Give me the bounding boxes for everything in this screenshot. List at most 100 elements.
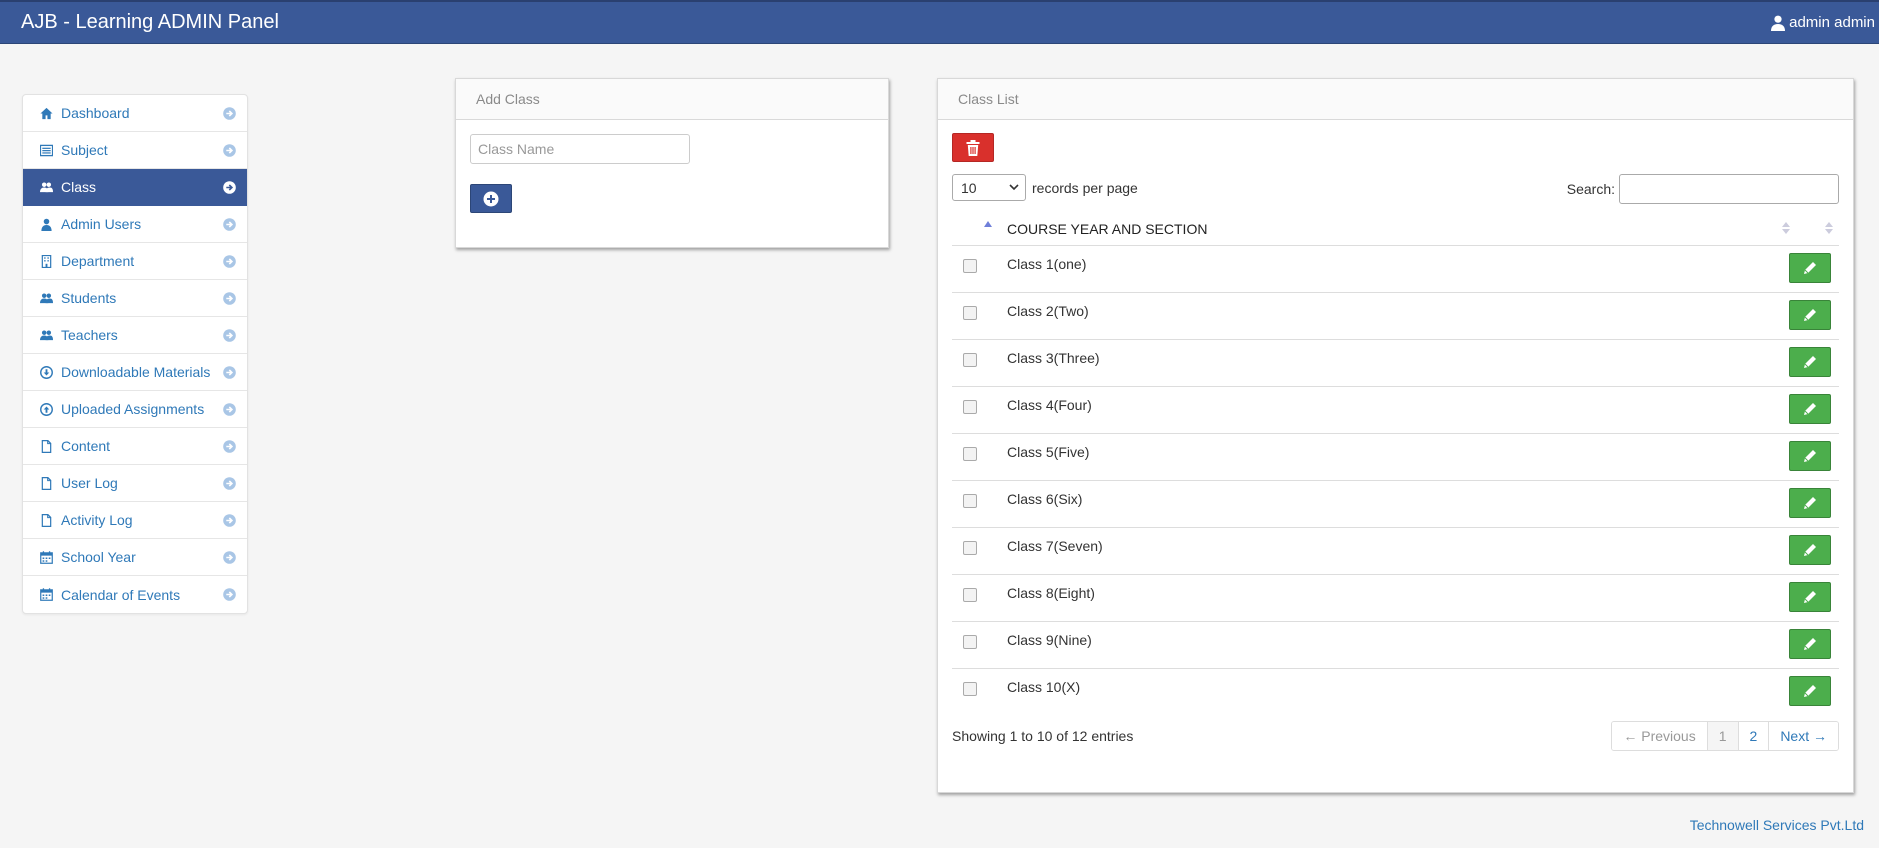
row-checkbox[interactable] — [963, 682, 977, 696]
chevron-right-circle-icon — [223, 366, 236, 379]
row-checkbox[interactable] — [963, 541, 977, 555]
edit-class-button[interactable] — [1789, 347, 1831, 377]
sidebar-item-user-log[interactable]: User Log — [23, 465, 247, 502]
edit-class-button[interactable] — [1789, 488, 1831, 518]
table-row: Class 4(Four) — [952, 387, 1839, 434]
sort-icon[interactable] — [1782, 221, 1790, 235]
chevron-right-circle-icon — [223, 218, 236, 231]
row-checkbox[interactable] — [963, 353, 977, 367]
previous-page-button[interactable]: ← Previous — [1612, 722, 1708, 750]
sidebar-item-activity-log[interactable]: Activity Log — [23, 502, 247, 539]
sort-icon[interactable] — [1825, 221, 1833, 235]
page-2-button[interactable]: 2 — [1738, 722, 1770, 750]
pencil-icon — [1804, 262, 1816, 274]
download-icon — [39, 365, 53, 379]
table-row: Class 7(Seven) — [952, 528, 1839, 575]
class-name-cell: Class 7(Seven) — [1007, 538, 1103, 554]
app-title[interactable]: AJB - Learning ADMIN Panel — [21, 11, 279, 34]
chevron-right-circle-icon — [223, 440, 236, 453]
edit-class-button[interactable] — [1789, 582, 1831, 612]
row-checkbox[interactable] — [963, 306, 977, 320]
search-input[interactable] — [1619, 174, 1839, 204]
sidebar-item-department[interactable]: Department — [23, 243, 247, 280]
sidebar-item-content[interactable]: Content — [23, 428, 247, 465]
sidebar-item-school-year[interactable]: School Year — [23, 539, 247, 576]
plus-circle-icon — [483, 191, 499, 206]
sidebar-nav: Dashboard Subject Class Admin Users Departme… — [22, 94, 248, 614]
edit-class-button[interactable] — [1789, 629, 1831, 659]
next-page-button[interactable]: Next → — [1769, 722, 1838, 750]
class-name-input[interactable] — [470, 134, 690, 164]
sidebar-item-subject[interactable]: Subject — [23, 132, 247, 169]
users-icon — [39, 328, 53, 342]
table-header: COURSE YEAR AND SECTION — [952, 211, 1839, 246]
pencil-icon — [1804, 403, 1816, 415]
pencil-icon — [1804, 497, 1816, 509]
class-name-cell: Class 4(Four) — [1007, 397, 1092, 413]
file-icon — [39, 513, 53, 527]
chevron-right-circle-icon — [223, 477, 236, 490]
row-checkbox[interactable] — [963, 588, 977, 602]
pencil-icon — [1804, 544, 1816, 556]
user-name: admin admin — [1789, 14, 1875, 31]
class-name-cell: Class 5(Five) — [1007, 444, 1090, 460]
home-icon — [39, 106, 53, 120]
sidebar-item-label: Downloadable Materials — [61, 364, 211, 380]
table-row: Class 5(Five) — [952, 434, 1839, 481]
search-label: Search: — [1566, 181, 1615, 197]
edit-class-button[interactable] — [1789, 535, 1831, 565]
edit-class-button[interactable] — [1789, 394, 1831, 424]
sidebar-item-label: School Year — [61, 549, 136, 565]
row-checkbox[interactable] — [963, 259, 977, 273]
per-page-select[interactable]: 10 — [952, 174, 1026, 201]
chevron-right-circle-icon — [223, 144, 236, 157]
table-row: Class 10(X) — [952, 669, 1839, 716]
sidebar-item-calendar-of-events[interactable]: Calendar of Events — [23, 576, 247, 613]
edit-class-button[interactable] — [1789, 676, 1831, 706]
chevron-right-circle-icon — [223, 292, 236, 305]
user-menu[interactable]: admin admin — [1771, 14, 1875, 31]
chevron-right-circle-icon — [223, 107, 236, 120]
add-class-button[interactable] — [470, 184, 512, 213]
add-class-title: Add Class — [456, 79, 888, 120]
sidebar-item-label: Department — [61, 253, 135, 269]
pencil-icon — [1804, 309, 1816, 321]
sidebar-item-downloadable-materials[interactable]: Downloadable Materials — [23, 354, 247, 391]
table-info: Showing 1 to 10 of 12 entries — [952, 728, 1134, 744]
file-icon — [39, 439, 53, 453]
search-box: Search: — [1567, 174, 1839, 204]
edit-class-button[interactable] — [1789, 441, 1831, 471]
delete-selected-button[interactable] — [952, 133, 994, 162]
sidebar-item-label: Uploaded Assignments — [61, 401, 205, 417]
table-row: Class 3(Three) — [952, 340, 1839, 387]
row-checkbox[interactable] — [963, 447, 977, 461]
class-table-body: Class 1(one) Class 2(Two) Class 3(Three) Cl… — [952, 246, 1839, 716]
sidebar-item-label: Subject — [61, 142, 108, 158]
sidebar-item-label: Admin Users — [61, 216, 142, 232]
sidebar-item-students[interactable]: Students — [23, 280, 247, 317]
pencil-icon — [1804, 450, 1816, 462]
page-1-button[interactable]: 1 — [1707, 722, 1739, 750]
sidebar-item-teachers[interactable]: Teachers — [23, 317, 247, 354]
upload-icon — [39, 402, 53, 416]
sidebar-item-uploaded-assignments[interactable]: Uploaded Assignments — [23, 391, 247, 428]
table-row: Class 1(one) — [952, 246, 1839, 293]
sidebar-item-label: User Log — [61, 475, 118, 491]
column-header-course[interactable]: COURSE YEAR AND SECTION — [1007, 221, 1207, 237]
sidebar-item-admin-users[interactable]: Admin Users — [23, 206, 247, 243]
sidebar-item-dashboard[interactable]: Dashboard — [23, 95, 247, 132]
edit-class-button[interactable] — [1789, 300, 1831, 330]
row-checkbox[interactable] — [963, 635, 977, 649]
edit-class-button[interactable] — [1789, 253, 1831, 283]
row-checkbox[interactable] — [963, 494, 977, 508]
sort-asc-icon[interactable] — [984, 220, 992, 228]
building-icon — [39, 254, 53, 268]
class-list-panel: Class List 10 records per page Search: C… — [937, 78, 1854, 793]
class-name-cell: Class 2(Two) — [1007, 303, 1089, 319]
users-icon — [39, 291, 53, 305]
table-row: Class 8(Eight) — [952, 575, 1839, 622]
sidebar-item-class[interactable]: Class — [23, 169, 247, 206]
footer-credit[interactable]: Technowell Services Pvt.Ltd — [1690, 817, 1864, 833]
pencil-icon — [1804, 591, 1816, 603]
row-checkbox[interactable] — [963, 400, 977, 414]
